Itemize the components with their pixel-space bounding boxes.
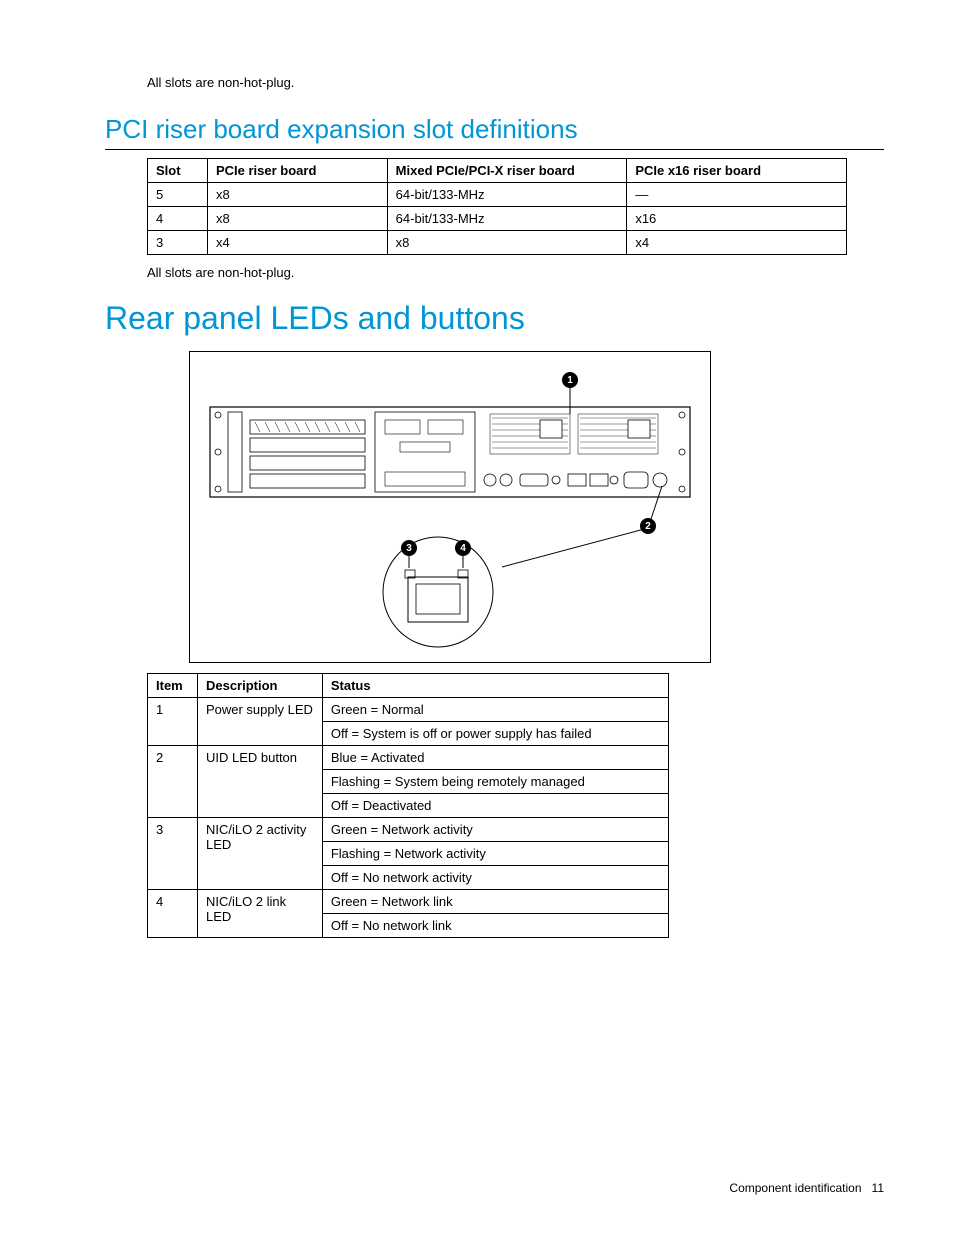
cell: 5: [148, 183, 208, 207]
rear-panel-svg: [190, 352, 710, 662]
cell: x16: [627, 207, 847, 231]
heading-rear-panel: Rear panel LEDs and buttons: [105, 300, 884, 337]
th-pcie-riser: PCIe riser board: [207, 159, 387, 183]
status-line: Off = No network activity: [323, 865, 668, 889]
note-non-hot-plug: All slots are non-hot-plug.: [147, 265, 884, 280]
status-line: Green = Normal: [323, 698, 668, 721]
cell: x8: [207, 207, 387, 231]
cell-desc: Power supply LED: [197, 698, 322, 746]
callout-2: 2: [640, 518, 656, 534]
table-row: 3 NIC/iLO 2 activity LED Green = Network…: [148, 818, 669, 890]
table-row: 2 UID LED button Blue = Activated Flashi…: [148, 746, 669, 818]
cell-item: 1: [148, 698, 198, 746]
cell: —: [627, 183, 847, 207]
cell: 64-bit/133-MHz: [387, 207, 627, 231]
cell-status: Green = Normal Off = System is off or po…: [322, 698, 668, 746]
rear-panel-diagram: 1 2 3 4: [189, 351, 711, 663]
table-pci-riser: Slot PCIe riser board Mixed PCIe/PCI-X r…: [147, 158, 847, 255]
cell-desc: UID LED button: [197, 746, 322, 818]
th-description: Description: [197, 674, 322, 698]
callout-3: 3: [401, 540, 417, 556]
cell: x8: [387, 231, 627, 255]
cell-desc: NIC/iLO 2 link LED: [197, 890, 322, 938]
status-line: Blue = Activated: [323, 746, 668, 769]
status-line: Off = No network link: [323, 913, 668, 937]
status-line: Off = Deactivated: [323, 793, 668, 817]
status-line: Green = Network link: [323, 890, 668, 913]
cell: 4: [148, 207, 208, 231]
cell: x4: [627, 231, 847, 255]
table-rear-panel-leds: Item Description Status 1 Power supply L…: [147, 673, 669, 938]
cell: 3: [148, 231, 208, 255]
th-slot: Slot: [148, 159, 208, 183]
page-footer: Component identification 11: [729, 1181, 884, 1195]
status-line: Green = Network activity: [323, 818, 668, 841]
cell: 64-bit/133-MHz: [387, 183, 627, 207]
table-row: 1 Power supply LED Green = Normal Off = …: [148, 698, 669, 746]
table-row: 5 x8 64-bit/133-MHz —: [148, 183, 847, 207]
table-row: 4 NIC/iLO 2 link LED Green = Network lin…: [148, 890, 669, 938]
callout-1: 1: [562, 372, 578, 388]
cell-item: 3: [148, 818, 198, 890]
status-line: Flashing = System being remotely managed: [323, 769, 668, 793]
table-row: 3 x4 x8 x4: [148, 231, 847, 255]
cell-item: 2: [148, 746, 198, 818]
th-status: Status: [322, 674, 668, 698]
footer-label: Component identification: [729, 1181, 861, 1195]
callout-4: 4: [455, 540, 471, 556]
status-line: Flashing = Network activity: [323, 841, 668, 865]
heading-pci-riser: PCI riser board expansion slot definitio…: [105, 114, 884, 150]
cell-status: Green = Network activity Flashing = Netw…: [322, 818, 668, 890]
th-item: Item: [148, 674, 198, 698]
cell-status: Green = Network link Off = No network li…: [322, 890, 668, 938]
cell: x4: [207, 231, 387, 255]
intro-note: All slots are non-hot-plug.: [147, 75, 884, 90]
cell-desc: NIC/iLO 2 activity LED: [197, 818, 322, 890]
status-line: Off = System is off or power supply has …: [323, 721, 668, 745]
cell-status: Blue = Activated Flashing = System being…: [322, 746, 668, 818]
th-mixed: Mixed PCIe/PCI-X riser board: [387, 159, 627, 183]
table-row: 4 x8 64-bit/133-MHz x16: [148, 207, 847, 231]
cell-item: 4: [148, 890, 198, 938]
th-x16: PCIe x16 riser board: [627, 159, 847, 183]
footer-page: 11: [872, 1181, 884, 1195]
cell: x8: [207, 183, 387, 207]
